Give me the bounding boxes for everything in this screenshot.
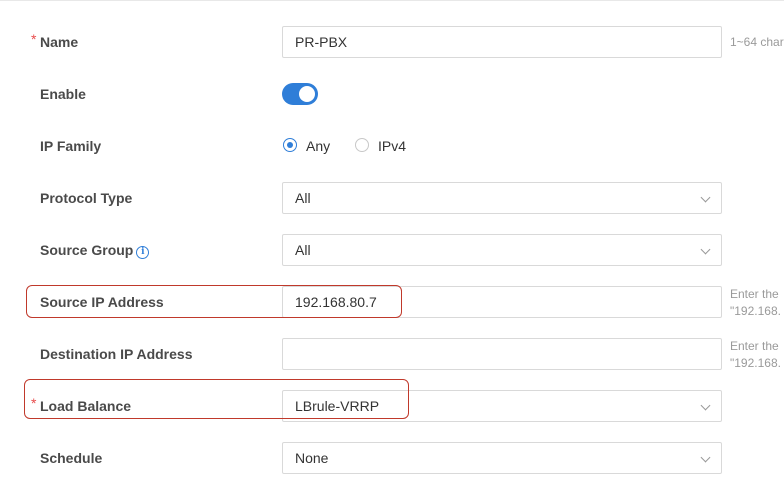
source-group-label: Source Group i: [40, 234, 150, 266]
source-ip-highlight-box: [26, 285, 402, 318]
schedule-label: Schedule: [40, 450, 103, 466]
schedule-select[interactable]: None: [282, 442, 722, 474]
info-icon[interactable]: i: [136, 246, 150, 259]
enable-label: Enable: [40, 86, 86, 102]
radio-ipv4-label[interactable]: IPv4: [378, 130, 406, 162]
protocol-type-label: Protocol Type: [40, 190, 133, 206]
protocol-type-value: All: [295, 190, 311, 206]
schedule-value: None: [295, 450, 329, 466]
radio-any[interactable]: [283, 138, 297, 152]
name-label: Name: [40, 34, 79, 50]
destination-ip-input[interactable]: [282, 338, 722, 370]
protocol-type-row: Protocol Type All: [0, 182, 784, 214]
protocol-type-select[interactable]: All: [282, 182, 722, 214]
destination-ip-hint-line1: Enter the: [730, 339, 779, 353]
enable-row: Enable: [0, 78, 784, 110]
radio-ipv4[interactable]: [355, 138, 369, 152]
radio-any-label[interactable]: Any: [306, 130, 330, 162]
source-group-label-text: Source Group: [40, 242, 134, 258]
name-input[interactable]: PR-PBX: [282, 26, 722, 58]
schedule-row: Schedule None: [0, 442, 784, 474]
name-input-value: PR-PBX: [295, 34, 348, 50]
top-divider: [0, 0, 784, 1]
load-balance-highlight-box: [24, 379, 409, 419]
required-mark: *: [31, 31, 37, 47]
source-ip-hint-line2: "192.168.: [730, 304, 781, 318]
source-ip-hint-line1: Enter the: [730, 287, 779, 301]
destination-ip-label: Destination IP Address: [40, 346, 193, 362]
chevron-down-icon: [700, 192, 711, 203]
source-group-row: Source Group i All: [0, 234, 784, 266]
name-row: * Name PR-PBX 1~64 char: [0, 26, 784, 58]
chevron-down-icon: [700, 244, 711, 255]
chevron-down-icon: [700, 452, 711, 463]
source-group-select[interactable]: All: [282, 234, 722, 266]
toggle-knob: [299, 86, 315, 102]
enable-toggle[interactable]: [282, 83, 318, 105]
chevron-down-icon: [700, 400, 711, 411]
destination-ip-hint-line2: "192.168.: [730, 356, 781, 370]
ip-family-label: IP Family: [40, 138, 102, 154]
name-hint: 1~64 char: [730, 35, 784, 49]
source-group-value: All: [295, 242, 311, 258]
destination-ip-row: Destination IP Address Enter the "192.16…: [0, 338, 784, 370]
ip-family-row: IP Family Any IPv4: [0, 130, 784, 162]
